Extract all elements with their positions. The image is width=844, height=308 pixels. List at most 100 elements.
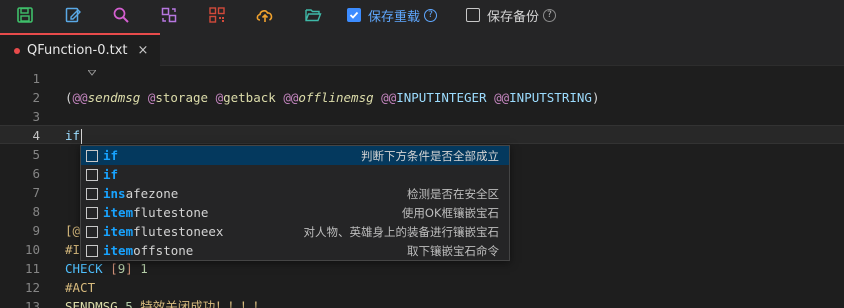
help-icon[interactable]: ?	[543, 8, 557, 22]
replace-icon[interactable]	[158, 4, 180, 26]
suggestion-item[interactable]: itemflutestone 使用OK框镶嵌宝石	[81, 203, 509, 222]
line-number: 7	[32, 185, 40, 200]
folder-open-icon[interactable]	[302, 4, 324, 26]
line-number: 13	[24, 299, 40, 308]
suggestion-match: item	[103, 205, 134, 220]
tab-filename: QFunction-0.txt	[27, 43, 128, 58]
code-token: sendmsg	[87, 90, 141, 105]
code-token: @@	[494, 90, 510, 105]
suggestion-item[interactable]: itemoffstone 取下镶嵌宝石命令	[81, 241, 509, 260]
save-backup-checkbox[interactable]	[466, 8, 480, 22]
snippet-icon	[86, 168, 98, 181]
suggestion-label: itemflutestoneex	[103, 224, 223, 239]
line-text: (@@sendmsg @storage @getback @@offlinems…	[65, 88, 599, 107]
line-number: 11	[24, 261, 40, 276]
close-icon[interactable]: ×	[138, 43, 149, 58]
text-cursor	[81, 129, 83, 144]
suggestion-description: 检测是否在安全区	[407, 186, 499, 201]
code-token: )	[591, 90, 600, 105]
suggestion-match: item	[103, 224, 134, 239]
suggestion-label: if	[103, 167, 118, 182]
suggestion-match: if	[103, 167, 119, 182]
suggestion-description: 判断下方条件是否全部成立	[361, 148, 499, 163]
help-icon[interactable]: ?	[424, 8, 438, 22]
suggestion-match: if	[103, 148, 119, 163]
suggestion-description: 取下镶嵌宝石命令	[407, 243, 499, 258]
code-line: 11 CHECK [9] 1	[0, 259, 844, 278]
snippet-icon	[86, 187, 98, 200]
code-line: 3	[0, 107, 844, 126]
suggestion-rest: flutestoneex	[133, 224, 224, 239]
snippet-icon	[86, 206, 98, 219]
line-text: CHECK [9] 1	[65, 259, 148, 278]
modified-dot-icon	[14, 47, 20, 54]
code-token: INPUTINTEGER	[396, 90, 487, 105]
code-line: 12 #ACT	[0, 278, 844, 297]
suggestion-rest: afezone	[125, 186, 179, 201]
line-number: 3	[32, 109, 40, 124]
save-reload-label: 保存重载	[368, 9, 421, 25]
search-icon[interactable]	[110, 4, 132, 26]
cloud-upload-icon[interactable]	[254, 4, 276, 26]
line-number: 8	[32, 204, 40, 219]
line-text: #I	[65, 242, 81, 257]
suggestion-description: 对人物、英雄身上的装备进行镶嵌宝石	[303, 224, 500, 239]
suggestion-item[interactable]: if	[81, 165, 509, 184]
autocomplete-popup: if 判断下方条件是否全部成立 if insafezone 检测是否在安全区 itemfl…	[80, 145, 510, 261]
snippet-icon	[86, 225, 98, 238]
code-token: SENDMSG	[65, 299, 118, 308]
save-backup-label: 保存备份	[487, 9, 540, 25]
line-number: 10	[24, 242, 40, 257]
snippet-icon	[86, 149, 98, 162]
suggestion-label: insafezone	[103, 186, 178, 201]
line-number: 6	[32, 166, 40, 181]
code-token: 1	[140, 261, 148, 276]
save-backup-toggle[interactable]: 保存备份 ?	[466, 5, 557, 25]
toolbar: 保存重载 ? 保存备份 ?	[0, 0, 844, 30]
code-line: 13 SENDMSG 5 特效关闭成功！！！！	[0, 297, 844, 308]
save-reload-checkbox[interactable]	[347, 8, 361, 22]
code-token: getback	[223, 90, 276, 105]
code-token: INPUTSTRING	[509, 90, 592, 105]
line-number: 1	[32, 71, 40, 86]
code-token: offlinemsg	[298, 90, 374, 105]
suggestion-rest: flutestone	[133, 205, 209, 220]
code-token: [	[110, 261, 118, 276]
tab-bar: QFunction-0.txt ×	[0, 30, 844, 66]
save-icon[interactable]	[14, 4, 36, 26]
code-line-current: 4 if	[0, 125, 844, 144]
code-line: 1	[0, 69, 844, 88]
suggestion-label: itemoffstone	[103, 243, 193, 258]
code-token: ]	[125, 261, 133, 276]
code-token: @@	[381, 90, 397, 105]
line-text: #ACT	[65, 280, 96, 295]
suggestion-rest: offstone	[133, 243, 194, 258]
code-line: 2 (@@sendmsg @storage @getback @@offline…	[0, 88, 844, 107]
suggestion-item[interactable]: insafezone 检测是否在安全区	[81, 184, 509, 203]
edit-icon[interactable]	[62, 4, 84, 26]
typed-text: if	[65, 128, 81, 143]
suggestion-item[interactable]: itemflutestoneex 对人物、英雄身上的装备进行镶嵌宝石	[81, 222, 509, 241]
code-token: 特效关闭成功！！！！	[140, 299, 266, 308]
suggestion-item[interactable]: if 判断下方条件是否全部成立	[81, 146, 509, 165]
save-reload-toggle[interactable]: 保存重载 ?	[347, 5, 438, 25]
suggestion-description: 使用OK框镶嵌宝石	[401, 205, 499, 220]
line-number: 9	[32, 223, 40, 238]
line-number: 5	[32, 147, 40, 162]
line-number: 12	[24, 280, 40, 295]
code-token: @	[215, 90, 224, 105]
suggestion-label: if	[103, 148, 118, 163]
snippet-icon	[86, 244, 98, 257]
suggestion-match: item	[103, 243, 134, 258]
line-text: [@	[65, 223, 81, 238]
line-text: SENDMSG 5 特效关闭成功！！！！	[65, 297, 265, 308]
code-token: storage	[155, 90, 209, 105]
code-token: CHECK	[65, 261, 103, 276]
suggestion-match: ins	[103, 186, 126, 201]
tab-file[interactable]: QFunction-0.txt ×	[0, 33, 160, 66]
code-token: @@	[72, 90, 88, 105]
qrcode-icon[interactable]	[206, 4, 228, 26]
